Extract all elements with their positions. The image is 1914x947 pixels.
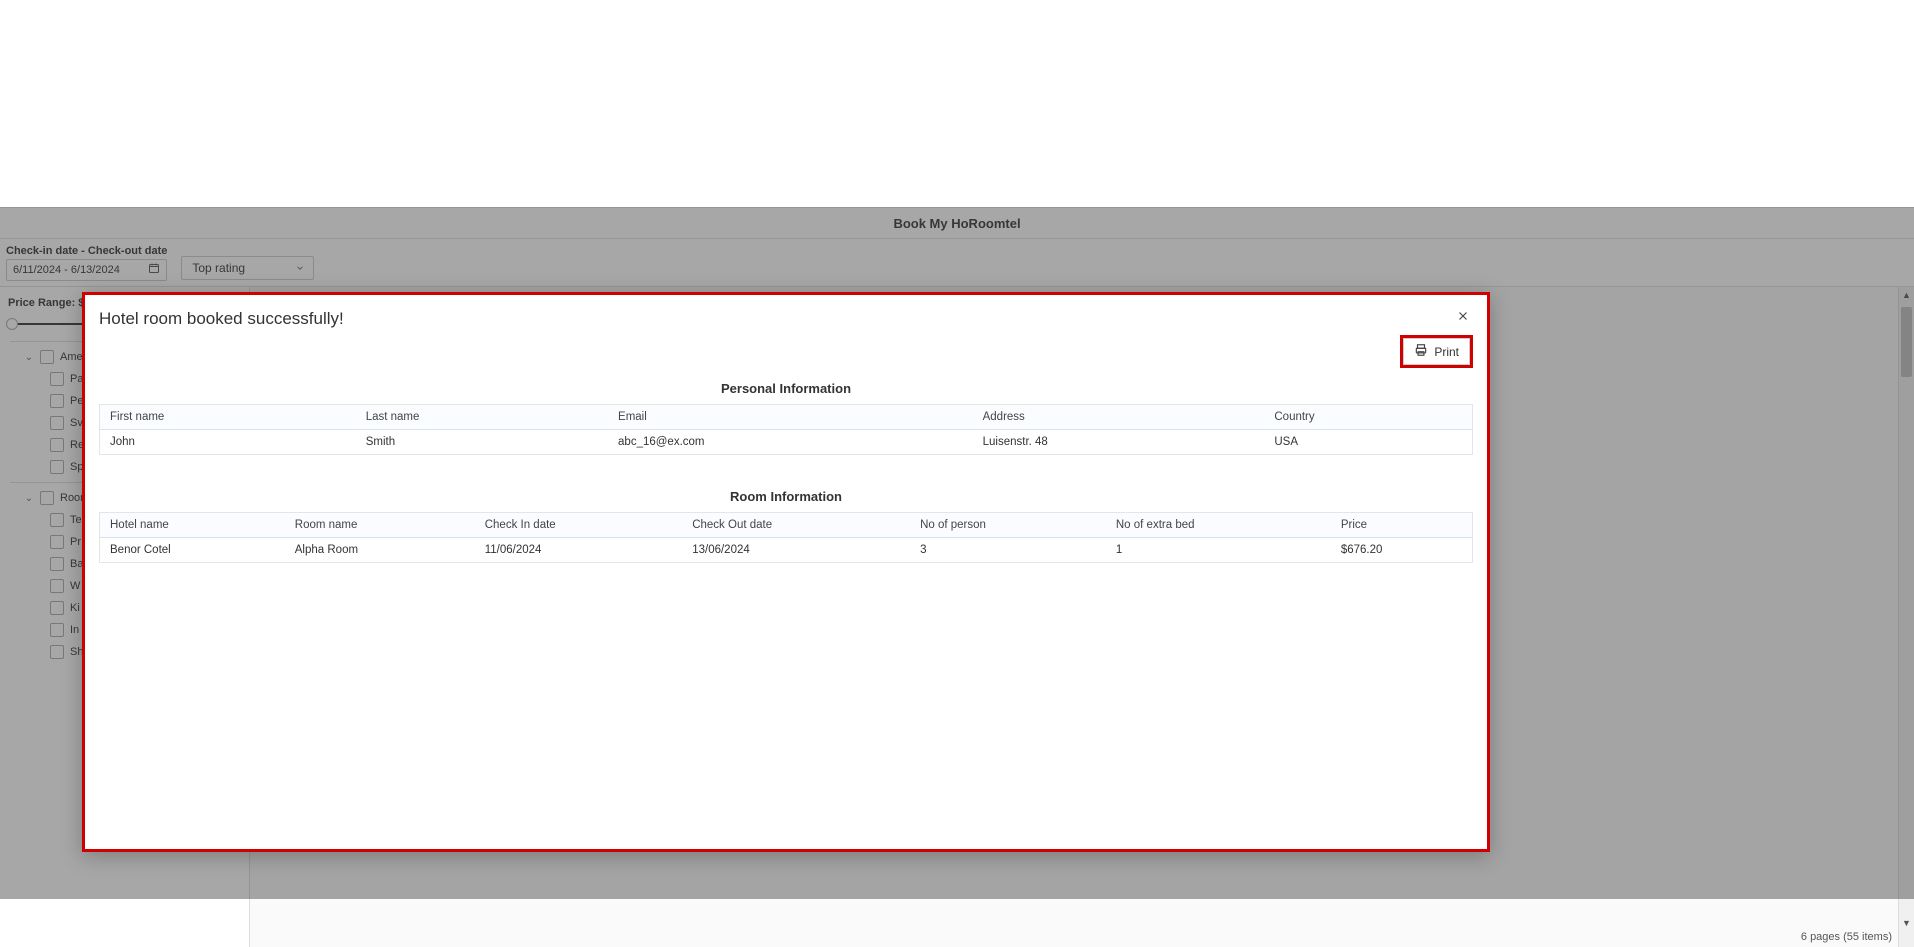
cell-first-name: John — [100, 430, 356, 455]
print-label: Print — [1434, 345, 1459, 359]
cell-persons: 3 — [910, 538, 1106, 563]
col-country: Country — [1264, 405, 1472, 430]
col-extrabed: No of extra bed — [1106, 513, 1331, 538]
col-address: Address — [973, 405, 1265, 430]
col-hotel: Hotel name — [100, 513, 285, 538]
printer-icon — [1414, 343, 1428, 360]
col-room: Room name — [285, 513, 475, 538]
cell-checkin: 11/06/2024 — [475, 538, 682, 563]
cell-email: abc_16@ex.com — [608, 430, 973, 455]
cell-checkout: 13/06/2024 — [682, 538, 910, 563]
col-persons: No of person — [910, 513, 1106, 538]
cell-room: Alpha Room — [285, 538, 475, 563]
personal-info-table: First name Last name Email Address Count… — [99, 404, 1473, 455]
col-first-name: First name — [100, 405, 356, 430]
cell-extrabed: 1 — [1106, 538, 1331, 563]
table-header-row: Hotel name Room name Check In date Check… — [100, 513, 1473, 538]
col-last-name: Last name — [356, 405, 608, 430]
cell-price: $676.20 — [1331, 538, 1473, 563]
scroll-down-icon[interactable]: ▼ — [1899, 915, 1914, 931]
cell-address: Luisenstr. 48 — [973, 430, 1265, 455]
room-info-heading: Room Information — [99, 489, 1473, 504]
col-email: Email — [608, 405, 973, 430]
blank-region — [0, 0, 1914, 207]
cell-hotel: Benor Cotel — [100, 538, 285, 563]
dialog-title: Hotel room booked successfully! — [99, 309, 1473, 329]
col-price: Price — [1331, 513, 1473, 538]
booking-success-dialog: Hotel room booked successfully! Print Pe… — [82, 292, 1490, 852]
cell-last-name: Smith — [356, 430, 608, 455]
room-info-table: Hotel name Room name Check In date Check… — [99, 512, 1473, 563]
print-button[interactable]: Print — [1403, 338, 1470, 365]
table-row: Benor Cotel Alpha Room 11/06/2024 13/06/… — [100, 538, 1473, 563]
table-row: John Smith abc_16@ex.com Luisenstr. 48 U… — [100, 430, 1473, 455]
personal-info-heading: Personal Information — [99, 381, 1473, 396]
table-header-row: First name Last name Email Address Count… — [100, 405, 1473, 430]
close-button[interactable] — [1453, 307, 1473, 327]
col-checkout: Check Out date — [682, 513, 910, 538]
pager-summary: 6 pages (55 items) — [1801, 931, 1892, 943]
col-checkin: Check In date — [475, 513, 682, 538]
print-highlight: Print — [1400, 335, 1473, 368]
cell-country: USA — [1264, 430, 1472, 455]
close-icon — [1456, 309, 1470, 326]
